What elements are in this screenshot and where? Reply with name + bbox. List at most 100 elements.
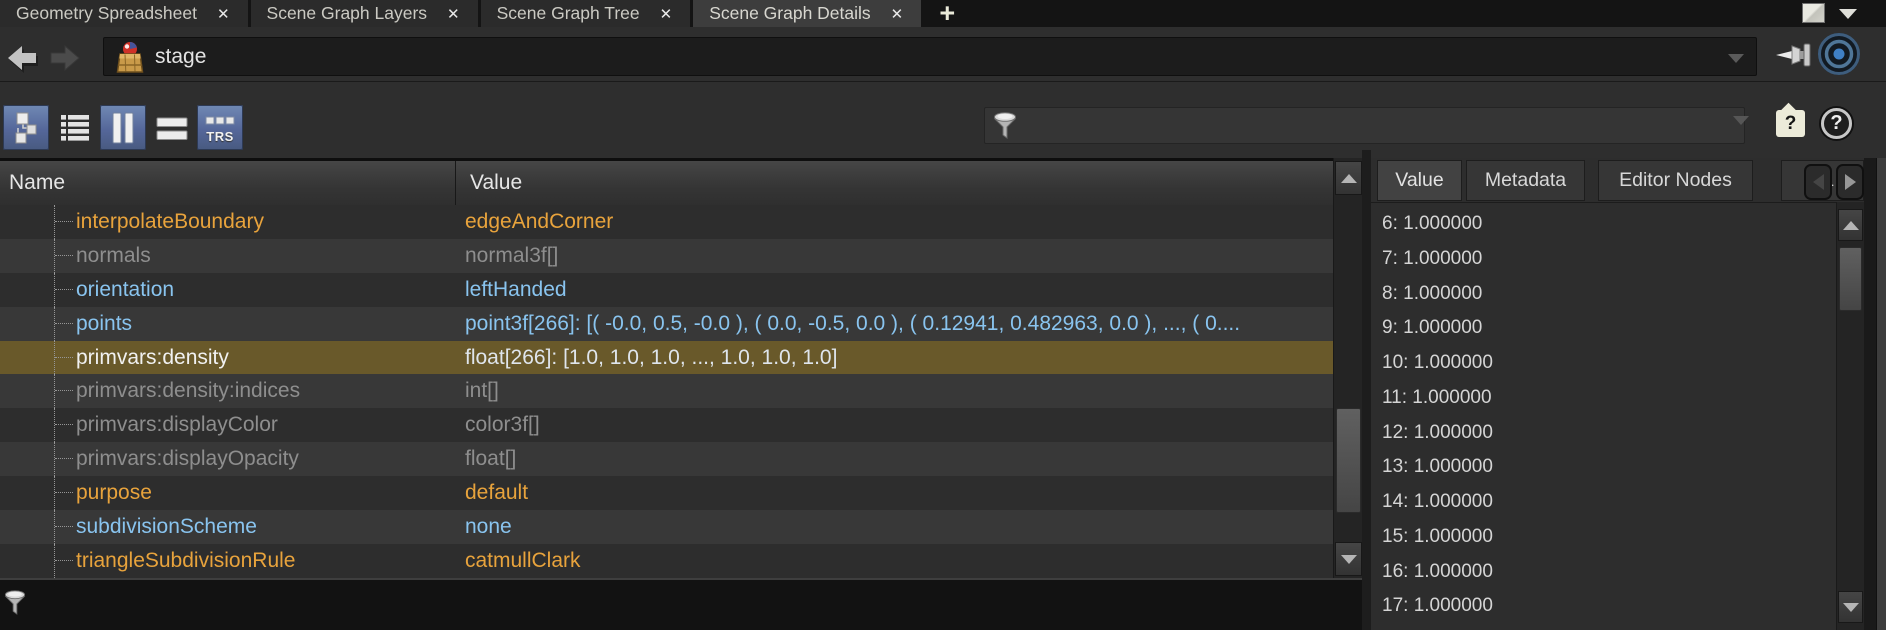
bottom-filter-button[interactable] bbox=[4, 588, 26, 623]
detail-tab-editor-nodes[interactable]: Editor Nodes bbox=[1598, 160, 1753, 201]
column-header-name[interactable]: Name bbox=[9, 161, 65, 205]
pane-tab-scene-graph-details[interactable]: Scene Graph Details ✕ bbox=[693, 0, 922, 27]
attribute-row[interactable]: primvars:displayOpacity float[] bbox=[0, 442, 1333, 477]
attribute-row[interactable]: primvars:displayColor color3f[] bbox=[0, 408, 1333, 443]
attribute-row[interactable]: interpolateBoundary edgeAndCorner bbox=[0, 205, 1333, 239]
attribute-name: interpolateBoundary bbox=[76, 210, 264, 233]
tab-label: Scene Graph Details bbox=[709, 3, 871, 23]
detail-panel: ValueMetadataEditor NodesLa 6: 1.0000007… bbox=[1371, 158, 1864, 630]
viewport-sync-button[interactable] bbox=[1816, 31, 1862, 82]
column-divider[interactable] bbox=[455, 161, 456, 205]
value-list-item[interactable]: 18: 1.000000 bbox=[1371, 624, 1836, 630]
attribute-row[interactable]: triangleSubdivisionRule catmullClark bbox=[0, 543, 1333, 578]
value-list-item[interactable]: 7: 1.000000 bbox=[1371, 242, 1836, 277]
value-list-item[interactable]: 10: 1.000000 bbox=[1371, 346, 1836, 381]
scroll-down-button[interactable] bbox=[1335, 542, 1362, 576]
attribute-value: color3f[] bbox=[465, 413, 540, 437]
toolbar-hierarchy-button[interactable] bbox=[3, 105, 49, 150]
scroll-down-button[interactable] bbox=[1838, 591, 1863, 623]
value-list-item[interactable]: 12: 1.000000 bbox=[1371, 416, 1836, 451]
tab-close-icon[interactable]: ✕ bbox=[660, 5, 673, 23]
value-list-item[interactable]: 13: 1.000000 bbox=[1371, 450, 1836, 485]
attribute-value: default bbox=[465, 481, 529, 505]
attribute-name: primvars:density:indices bbox=[76, 379, 301, 403]
pane-tab-scene-graph-tree[interactable]: Scene Graph Tree ✕ bbox=[480, 0, 691, 27]
attribute-value: normal3f[] bbox=[465, 243, 559, 267]
tabs-scroll-left-button[interactable] bbox=[1804, 164, 1832, 200]
attribute-row[interactable]: primvars:density float[266]: [1.0, 1.0, … bbox=[0, 340, 1333, 375]
pane-tab-geometry-spreadsheet[interactable]: Geometry Spreadsheet ✕ bbox=[0, 0, 248, 27]
path-input[interactable] bbox=[155, 44, 1756, 69]
tabs-scroll-right-button[interactable] bbox=[1836, 164, 1864, 200]
tab-label: Scene Graph Tree bbox=[496, 3, 640, 23]
value-list-item[interactable]: 11: 1.000000 bbox=[1371, 381, 1836, 416]
pane-divider[interactable] bbox=[1362, 150, 1371, 630]
value-list-item[interactable]: 14: 1.000000 bbox=[1371, 485, 1836, 520]
network-path-field[interactable] bbox=[103, 37, 1757, 76]
attribute-row[interactable]: subdivisionScheme none bbox=[0, 510, 1333, 544]
pane-menu-dropdown-icon[interactable] bbox=[1839, 9, 1857, 19]
attribute-row[interactable]: points point3f[266]: [( -0.0, 0.5, -0.0 … bbox=[0, 306, 1333, 341]
attribute-name: triangleSubdivisionRule bbox=[76, 548, 296, 572]
tree-line-horizontal bbox=[55, 390, 73, 392]
nav-forward-button[interactable] bbox=[48, 41, 88, 75]
value-list-item[interactable]: 16: 1.000000 bbox=[1371, 555, 1836, 590]
attribute-value: float[266]: [1.0, 1.0, 1.0, ..., 1.0, 1.… bbox=[465, 345, 838, 369]
left-arrow-icon bbox=[1812, 174, 1824, 190]
scrollbar-thumb[interactable] bbox=[1336, 408, 1361, 513]
filter-input[interactable] bbox=[1023, 114, 1744, 137]
two-columns-icon bbox=[112, 112, 134, 143]
right-edge-divider[interactable] bbox=[1876, 158, 1886, 630]
nav-back-button[interactable] bbox=[3, 41, 43, 75]
tab-label: Geometry Spreadsheet bbox=[16, 3, 197, 23]
scrollbar-thumb[interactable] bbox=[1839, 247, 1862, 311]
attribute-row[interactable]: purpose default bbox=[0, 476, 1333, 511]
scene-graph-details-pane: Geometry Spreadsheet ✕ Scene Graph Layer… bbox=[0, 0, 1886, 630]
tooltip-help-button[interactable]: ? bbox=[1776, 110, 1805, 137]
attribute-value: catmullClark bbox=[465, 548, 581, 572]
detail-tab-value[interactable]: Value bbox=[1377, 160, 1462, 201]
value-list-item[interactable]: 9: 1.000000 bbox=[1371, 311, 1836, 346]
filter-funnel-icon bbox=[993, 111, 1017, 139]
pane-layout-icon[interactable] bbox=[1802, 3, 1825, 23]
detail-tab-metadata[interactable]: Metadata bbox=[1466, 160, 1585, 201]
value-list-item[interactable]: 17: 1.000000 bbox=[1371, 589, 1836, 624]
tab-close-icon[interactable]: ✕ bbox=[217, 5, 230, 23]
attribute-name: subdivisionScheme bbox=[76, 515, 257, 539]
stage-node-icon bbox=[113, 40, 147, 74]
tree-line-horizontal bbox=[55, 288, 73, 290]
tab-close-icon[interactable]: ✕ bbox=[891, 5, 904, 23]
path-dropdown-icon[interactable] bbox=[1728, 54, 1744, 63]
attribute-name: primvars:displayColor bbox=[76, 413, 278, 437]
tab-close-icon[interactable]: ✕ bbox=[447, 5, 460, 23]
down-arrow-icon bbox=[1340, 554, 1357, 564]
value-list-item[interactable]: 8: 1.000000 bbox=[1371, 277, 1836, 312]
attribute-row[interactable]: orientation leftHanded bbox=[0, 272, 1333, 307]
detail-scrollbar[interactable] bbox=[1836, 202, 1864, 630]
attribute-row[interactable]: normals normal3f[] bbox=[0, 238, 1333, 273]
table-scrollbar[interactable] bbox=[1333, 158, 1363, 578]
pushpin-icon bbox=[1776, 43, 1811, 67]
filter-dropdown-icon[interactable] bbox=[1733, 116, 1749, 125]
toolbar-trs-button[interactable]: TRS bbox=[197, 105, 243, 150]
attribute-value: point3f[266]: [( -0.0, 0.5, -0.0 ), ( 0.… bbox=[465, 311, 1241, 335]
new-tab-button[interactable]: + bbox=[924, 0, 970, 27]
toolbar-rows-button[interactable] bbox=[149, 105, 195, 150]
pin-button[interactable] bbox=[1774, 40, 1816, 75]
value-list: 6: 1.000000 7: 1.000000 8: 1.000000 9: 1.00… bbox=[1371, 202, 1836, 630]
filter-funnel-icon bbox=[4, 590, 26, 615]
column-header-value[interactable]: Value bbox=[470, 161, 522, 205]
value-list-item[interactable]: 15: 1.000000 bbox=[1371, 520, 1836, 555]
forward-arrow-icon bbox=[50, 44, 80, 72]
attribute-name: primvars:displayOpacity bbox=[76, 447, 299, 471]
toolbar-columns-button[interactable] bbox=[100, 105, 146, 150]
value-list-item[interactable]: 6: 1.000000 bbox=[1371, 207, 1836, 242]
scroll-up-button[interactable] bbox=[1335, 161, 1362, 195]
scroll-up-button[interactable] bbox=[1838, 209, 1863, 241]
toolbar-list-button[interactable] bbox=[52, 105, 98, 150]
filter-field[interactable] bbox=[984, 107, 1745, 144]
help-button[interactable]: ? bbox=[1821, 108, 1852, 139]
pane-tab-scene-graph-layers[interactable]: Scene Graph Layers ✕ bbox=[250, 0, 478, 27]
attribute-name: normals bbox=[76, 243, 151, 267]
attribute-row[interactable]: primvars:density:indices int[] bbox=[0, 374, 1333, 409]
